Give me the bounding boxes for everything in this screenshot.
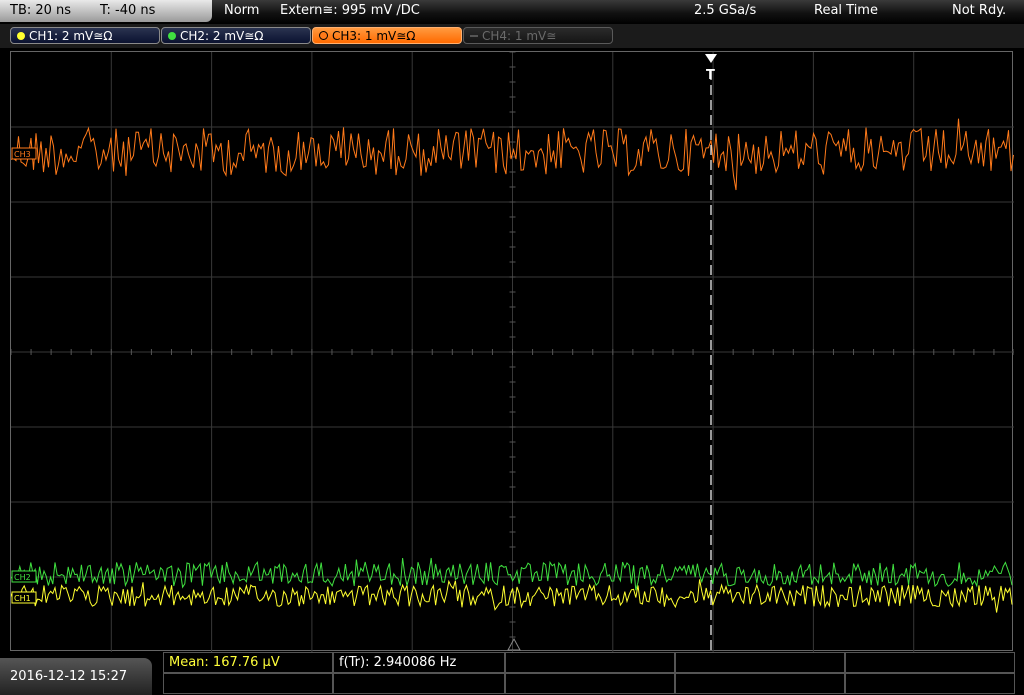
sample-rate[interactable]: 2.5 GSa/s [694, 3, 756, 18]
ch1-color-dot-icon [17, 31, 25, 40]
waveform-display[interactable]: T CH3 CH2 CH1 [10, 51, 1014, 652]
waveform-svg: T CH3 CH2 CH1 [11, 52, 1014, 652]
channel-tabs: CH1: 2 mV≅Ω CH2: 2 mV≅Ω CH3: 1 mV≅Ω CH4:… [0, 24, 1024, 48]
ch2-offset-label: CH2 [14, 573, 31, 582]
trigger-time-value: T: -40 ns [100, 3, 156, 18]
trigger-marker-label: T [706, 68, 715, 83]
measurement-slot-10[interactable] [845, 673, 1015, 694]
channel-tab-ch4[interactable]: CH4: 1 mV≅ [463, 27, 613, 44]
ch1-label: CH1: 2 mV≅Ω [29, 29, 113, 43]
measurement-slot-8[interactable] [505, 673, 675, 694]
measurement-slot-3[interactable] [505, 652, 675, 673]
ch1-waveform [11, 579, 1013, 613]
ch1-offset-label: CH1 [14, 594, 31, 603]
graticule-grid [11, 52, 1014, 652]
ch4-color-dot-icon [470, 34, 478, 37]
channel-tab-ch2[interactable]: CH2: 2 mV≅Ω [161, 27, 311, 44]
timebase-value: TB: 20 ns [10, 3, 72, 18]
datetime-display: 2016-12-12 15:27 [0, 658, 152, 695]
ch3-color-dot-icon [319, 31, 328, 40]
timebase-box[interactable]: TB: 20 ns T: -40 ns [0, 0, 212, 22]
trigger-source[interactable]: Extern≅: 995 mV ∕DC [280, 3, 420, 18]
measurement-slot-9[interactable] [675, 673, 845, 694]
bottom-bar: 2016-12-12 15:27 Mean: 167.76 µV f(Tr): … [0, 652, 1024, 695]
acquisition-status: Not Rdy. [952, 3, 1007, 18]
trigger-mode[interactable]: Norm [224, 3, 259, 18]
measurement-slot-4[interactable] [675, 652, 845, 673]
measurement-slot-5[interactable] [845, 652, 1015, 673]
mean-measurement[interactable]: Mean: 167.76 µV [163, 652, 333, 673]
ch4-label: CH4: 1 mV≅ [482, 29, 557, 43]
acquisition-mode[interactable]: Real Time [814, 3, 878, 18]
channel-tab-ch3[interactable]: CH3: 1 mV≅Ω [312, 27, 462, 44]
ch2-color-dot-icon [168, 31, 176, 40]
ch3-offset-label: CH3 [14, 150, 31, 159]
measurement-slot-6[interactable] [163, 673, 333, 694]
ch2-label: CH2: 2 mV≅Ω [180, 29, 264, 43]
ch3-label: CH3: 1 mV≅Ω [332, 29, 416, 43]
measurement-slot-7[interactable] [333, 673, 505, 694]
center-marker-icon [507, 637, 521, 651]
status-bar: TB: 20 ns T: -40 ns Norm Extern≅: 995 mV… [0, 0, 1024, 24]
frequency-measurement[interactable]: f(Tr): 2.940086 Hz [333, 652, 505, 673]
ch2-waveform [11, 557, 1013, 591]
channel-tab-ch1[interactable]: CH1: 2 mV≅Ω [10, 27, 160, 44]
trigger-arrow-icon[interactable] [705, 54, 717, 63]
